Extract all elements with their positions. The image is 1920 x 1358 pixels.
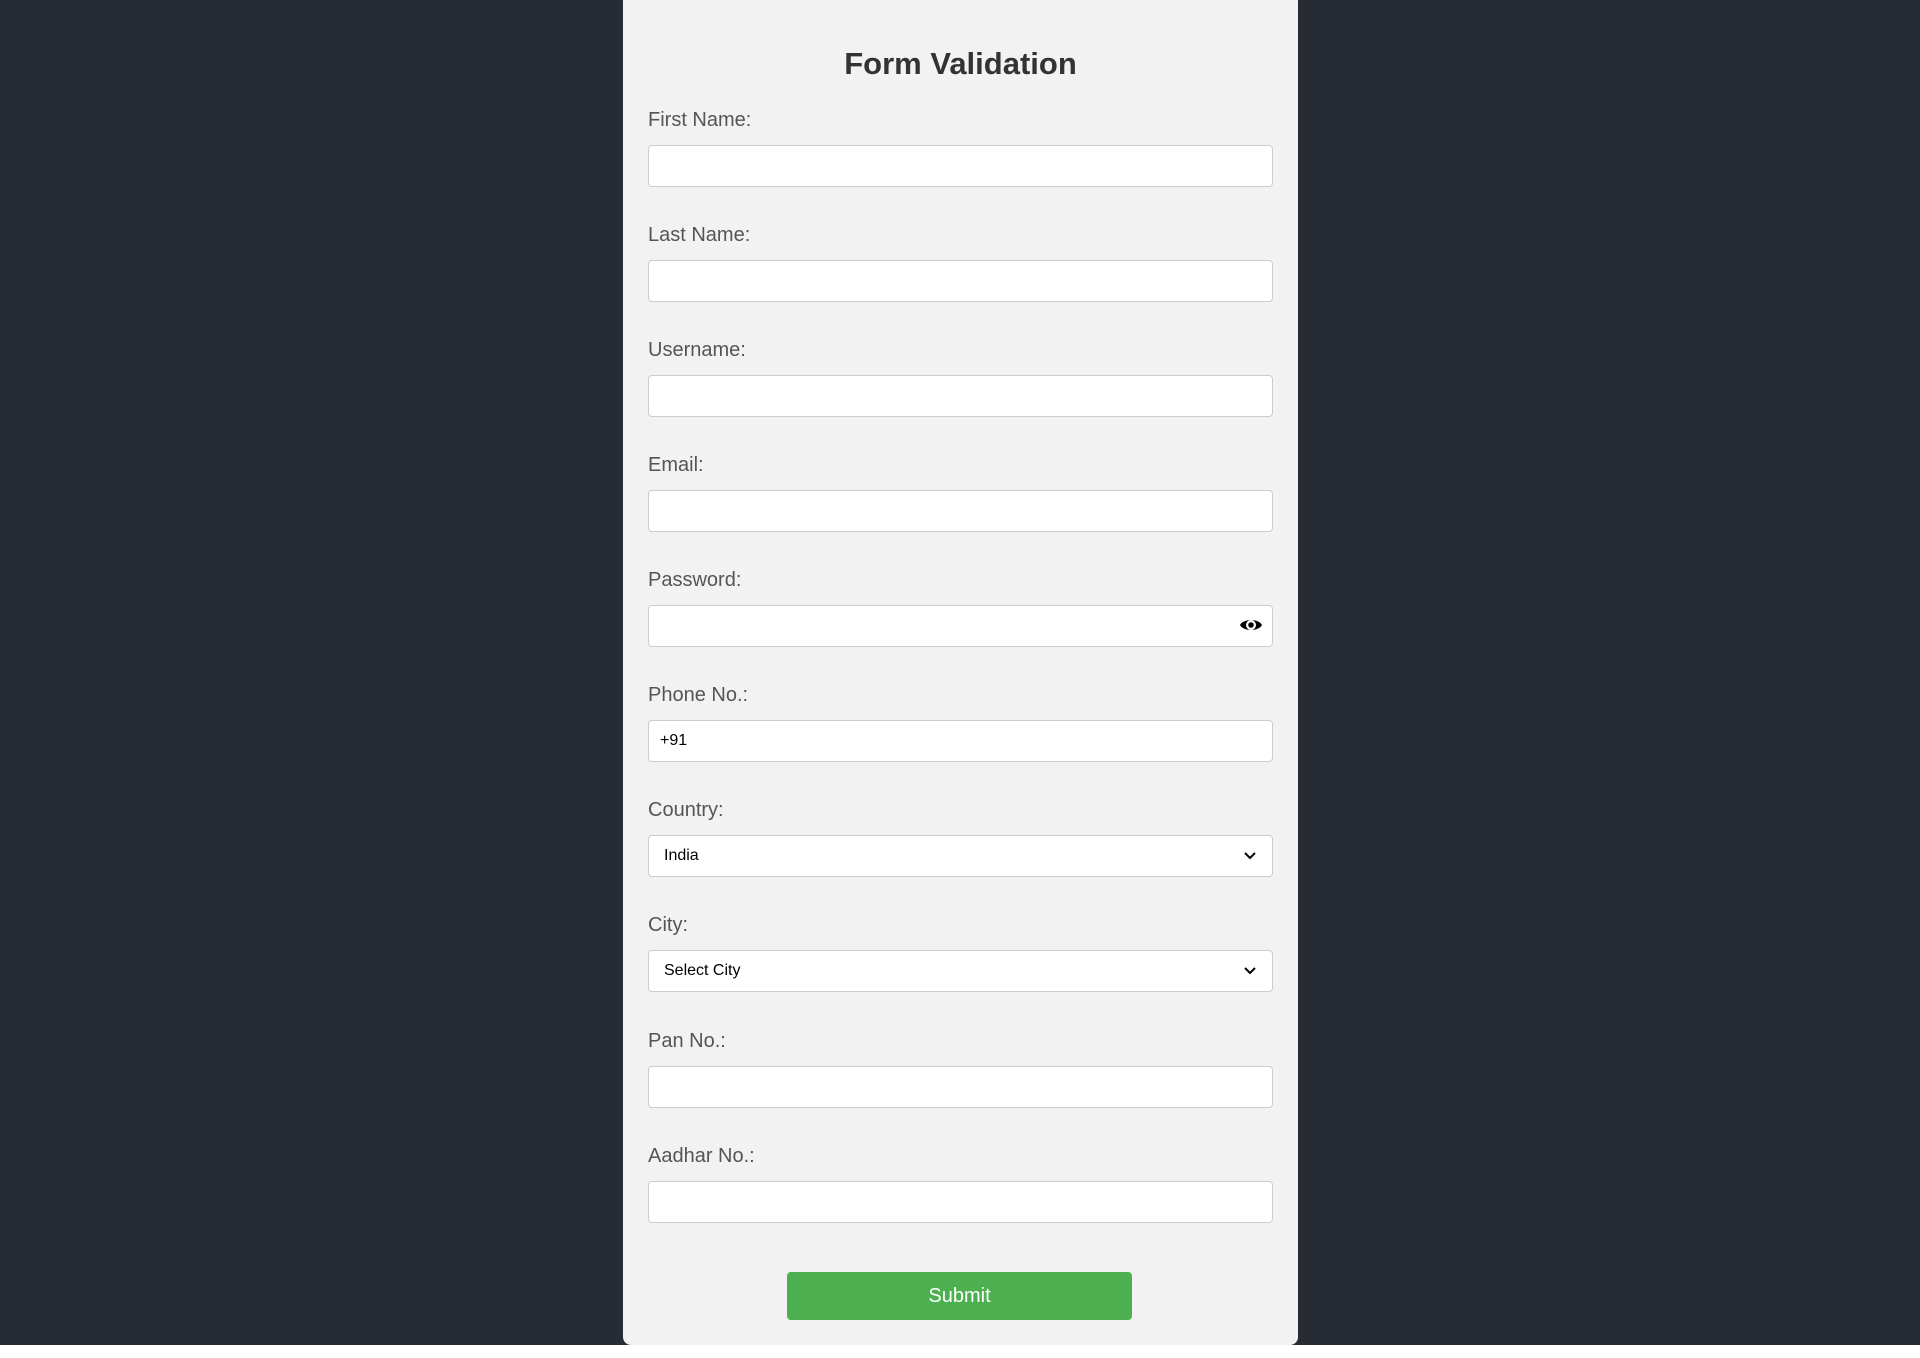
pan-input[interactable] bbox=[648, 1066, 1273, 1108]
country-group: Country: India bbox=[648, 798, 1273, 877]
eye-icon[interactable] bbox=[1239, 615, 1263, 635]
chevron-down-icon bbox=[1243, 849, 1257, 863]
city-selected-value: Select City bbox=[664, 962, 741, 979]
password-label: Password: bbox=[648, 569, 742, 591]
password-input[interactable] bbox=[648, 605, 1273, 647]
phone-label: Phone No.: bbox=[648, 684, 749, 706]
pan-group: Pan No.: bbox=[648, 1029, 1273, 1108]
last-name-label: Last Name: bbox=[648, 224, 751, 246]
first-name-input[interactable] bbox=[648, 145, 1273, 187]
pan-label: Pan No.: bbox=[648, 1030, 726, 1052]
password-wrapper bbox=[648, 605, 1273, 647]
aadhar-input[interactable] bbox=[648, 1181, 1273, 1223]
last-name-input[interactable] bbox=[648, 260, 1273, 302]
country-select[interactable]: India bbox=[648, 835, 1273, 877]
aadhar-group: Aadhar No.: bbox=[648, 1144, 1273, 1223]
username-input[interactable] bbox=[648, 375, 1273, 417]
first-name-group: First Name: bbox=[648, 108, 1273, 187]
email-group: Email: bbox=[648, 453, 1273, 532]
email-label: Email: bbox=[648, 454, 704, 476]
city-select[interactable]: Select City bbox=[648, 950, 1273, 992]
form-card: Form Validation First Name: Last Name: U… bbox=[623, 0, 1298, 1345]
page-background: Form Validation First Name: Last Name: U… bbox=[0, 0, 1920, 1345]
phone-input[interactable] bbox=[648, 720, 1273, 762]
submit-button[interactable]: Submit bbox=[787, 1272, 1132, 1320]
first-name-label: First Name: bbox=[648, 109, 752, 131]
last-name-group: Last Name: bbox=[648, 223, 1273, 302]
email-input[interactable] bbox=[648, 490, 1273, 532]
country-selected-value: India bbox=[664, 847, 699, 864]
phone-group: Phone No.: bbox=[648, 683, 1273, 762]
page-title: Form Validation bbox=[844, 46, 1077, 81]
username-group: Username: bbox=[648, 338, 1273, 417]
city-label: City: bbox=[648, 914, 688, 936]
city-group: City: Select City bbox=[648, 913, 1273, 992]
username-label: Username: bbox=[648, 339, 746, 361]
country-label: Country: bbox=[648, 799, 724, 821]
chevron-down-icon bbox=[1243, 964, 1257, 978]
password-group: Password: bbox=[648, 568, 1273, 647]
aadhar-label: Aadhar No.: bbox=[648, 1145, 755, 1167]
